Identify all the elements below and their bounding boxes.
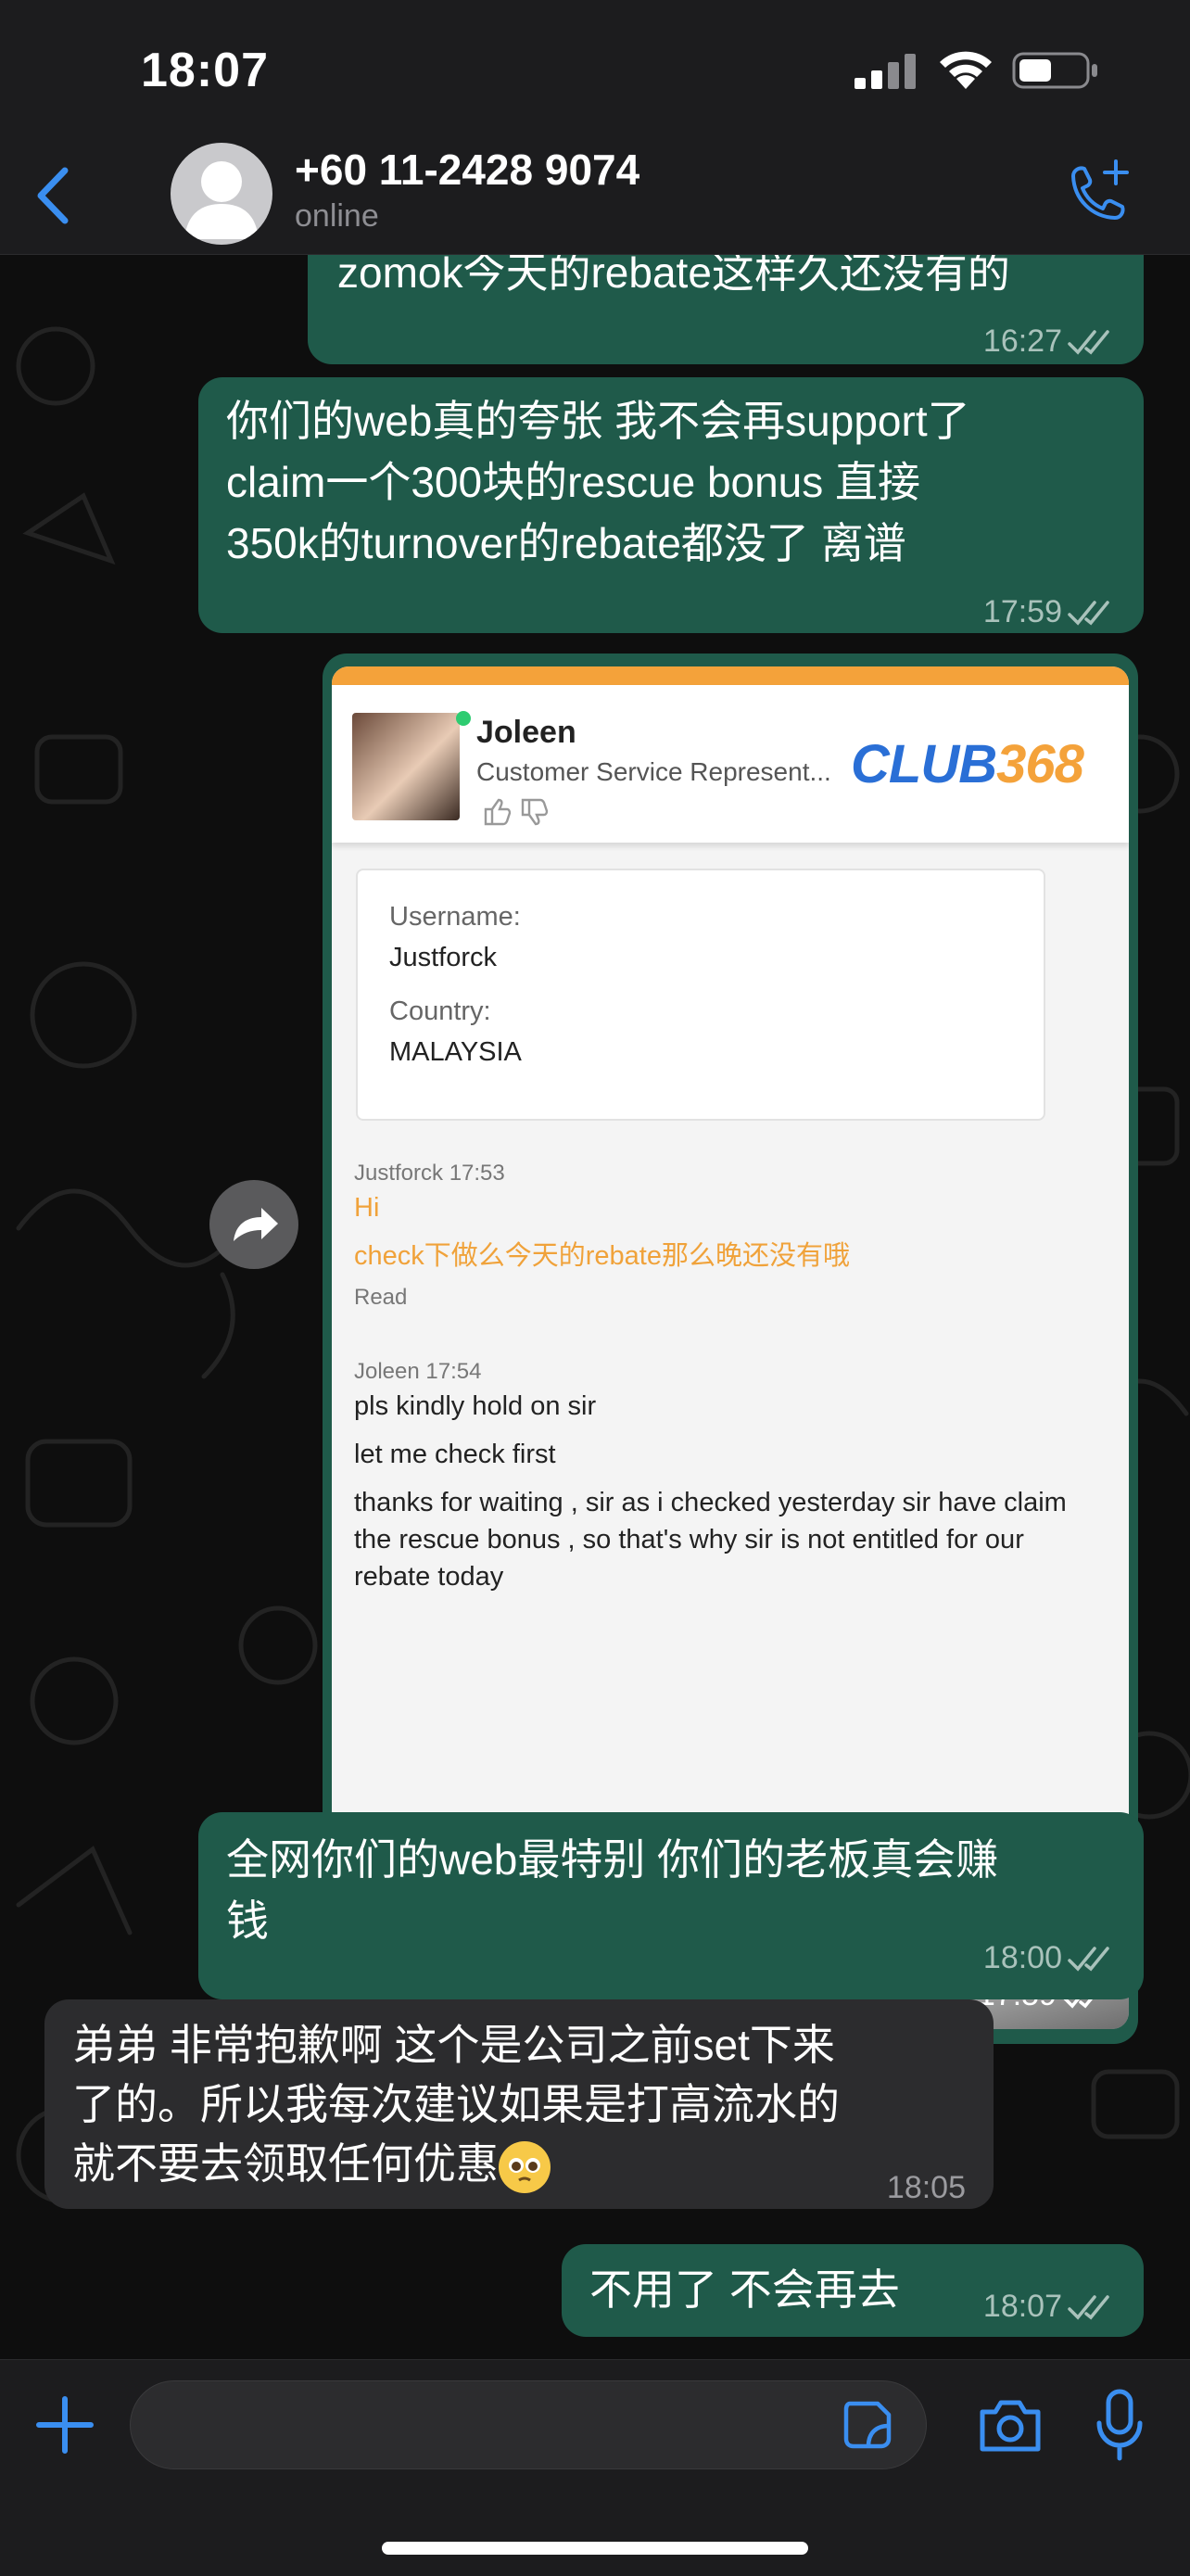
user-info-box: Username: Justforck Country: MALAYSIA (356, 869, 1045, 1121)
message-line: 你们的web真的夸张 我不会再support了 (226, 397, 970, 445)
log-line: thanks for waiting , sir as i checked ye… (354, 1488, 1067, 1517)
screenshot-accent-bar (332, 666, 1129, 685)
person-silhouette-icon (184, 161, 259, 239)
logo-prefix: C (851, 734, 890, 794)
message-line: 钱 (226, 1897, 269, 1945)
country-label: Country: (389, 996, 491, 1026)
agent-title: Customer Service Represent... (476, 757, 831, 786)
message-line-with-emoji: 就不要去领取任何优惠 (72, 2133, 551, 2194)
message-time: 18:07 (982, 2289, 1062, 2324)
cellular-signal-icon (855, 54, 916, 89)
read-ticks-icon (1068, 2295, 1109, 2320)
message-text: 不用了 不会再去 (589, 2265, 900, 2314)
thumbs-up-down-icon (484, 798, 549, 826)
message-line: claim一个300块的rescue bonus 直接 (226, 458, 921, 506)
message-time: 18:00 (982, 1940, 1062, 1975)
home-indicator (382, 2542, 808, 2555)
pleading-face-icon (499, 2140, 551, 2193)
message-time: 16:27 (982, 324, 1062, 359)
battery-icon (1012, 52, 1097, 89)
message-bubble-outgoing[interactable]: 全网你们的web最特别 你们的老板真会赚 钱 18:00 (198, 1812, 1144, 1999)
forward-arrow-icon (234, 1208, 278, 1241)
message-meta: 18:05 (887, 2157, 966, 2218)
read-ticks-icon (1068, 330, 1109, 355)
contact-name[interactable]: +60 11-2428 9074 (295, 145, 639, 195)
forward-button[interactable] (209, 1180, 298, 1269)
message-text: zomok今天的rebate这样久还没有的 (337, 255, 1010, 297)
contact-status: online (295, 198, 379, 234)
log-line: the rescue bonus , so that's why sir is … (354, 1525, 1024, 1554)
log-line: Joleen 17:54 (354, 1359, 482, 1384)
sticker-icon[interactable] (841, 2398, 894, 2452)
club368-logo: CLUB368 (851, 733, 1084, 795)
message-line: 了的。所以我每次建议如果是打高流水的 (72, 2080, 840, 2128)
chat-header: +60 11-2428 9074 online (0, 139, 1190, 255)
message-meta: 18:00 (983, 1927, 1116, 1988)
wifi-icon (940, 51, 992, 89)
username-value: Justforck (389, 943, 498, 972)
contact-avatar[interactable] (171, 143, 272, 245)
message-bubble-incoming[interactable]: 弟弟 非常抱歉啊 这个是公司之前set下来 了的。所以我每次建议如果是打高流水的… (44, 1999, 994, 2209)
log-line: Justforck 17:53 (354, 1161, 505, 1186)
message-meta: 16:27 (983, 311, 1116, 372)
message-input-bar (0, 2359, 1190, 2576)
message-line: 就不要去领取任何优惠 (72, 2139, 499, 2188)
status-time: 18:07 (141, 44, 269, 97)
message-line: 弟弟 非常抱歉啊 这个是公司之前set下来 (72, 2021, 835, 2069)
message-bubble-outgoing[interactable]: 你们的web真的夸张 我不会再support了 claim一个300块的resc… (198, 377, 1144, 633)
rating-icons (482, 796, 554, 835)
message-bubble-outgoing[interactable]: 不用了 不会再去 18:07 (562, 2244, 1144, 2337)
online-dot (456, 711, 471, 726)
log-line: let me check first (354, 1440, 556, 1469)
chat-area[interactable]: zomok今天的rebate这样久还没有的 16:27 你们的web真的夸张 我… (0, 255, 1190, 2359)
message-meta: 17:59 (983, 581, 1116, 642)
log-line: pls kindly hold on sir (354, 1391, 597, 1421)
microphone-icon[interactable] (1094, 2388, 1146, 2462)
message-meta: 18:07 (983, 2276, 1116, 2337)
logo-number: 368 (996, 734, 1084, 794)
read-ticks-icon (1068, 1947, 1109, 1972)
read-ticks-icon (1068, 601, 1109, 626)
log-line: rebate today (354, 1562, 504, 1592)
logo-text: LUB (888, 734, 997, 794)
username-label: Username: (389, 902, 521, 932)
message-input[interactable] (130, 2380, 927, 2469)
agent-photo (352, 713, 460, 820)
add-call-icon[interactable] (1060, 156, 1138, 234)
agent-header: Joleen Customer Service Represent... CLU… (332, 685, 1129, 843)
status-bar: 18:07 (0, 0, 1190, 139)
message-line: 全网你们的web最特别 你们的老板真会赚 (226, 1835, 999, 1884)
back-chevron-icon[interactable] (30, 163, 76, 228)
log-line: Hi (354, 1193, 380, 1223)
message-bubble-outgoing[interactable]: zomok今天的rebate这样久还没有的 16:27 (308, 255, 1144, 364)
message-time: 17:59 (982, 594, 1062, 629)
country-value: MALAYSIA (389, 1037, 522, 1067)
camera-icon[interactable] (977, 2395, 1044, 2455)
log-line: check下做么今天的rebate那么晚还没有哦 (354, 1241, 850, 1271)
message-line: 350k的turnover的rebate都没了 离谱 (226, 519, 906, 567)
agent-name: Joleen (476, 715, 576, 750)
plus-icon[interactable] (33, 2393, 96, 2456)
message-time: 18:05 (886, 2170, 966, 2205)
log-line: Read (354, 1285, 408, 1310)
